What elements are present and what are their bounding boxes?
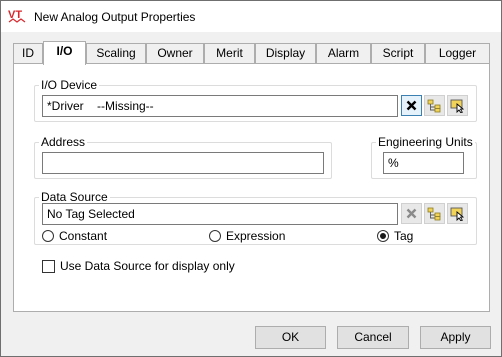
radio-tag-indicator <box>377 230 389 242</box>
io-device-group: I/O Device *Driver --Missing-- <box>34 78 477 122</box>
ok-button[interactable]: OK <box>255 326 326 349</box>
tab-logger[interactable]: Logger <box>425 43 490 64</box>
data-source-field[interactable]: No Tag Selected <box>42 203 398 225</box>
tab-strip: ID I/O Scaling Owner Merit Display Alarm… <box>1 41 501 65</box>
display-only-label: Use Data Source for display only <box>60 259 235 273</box>
tab-display[interactable]: Display <box>255 43 316 64</box>
radio-constant-indicator <box>42 230 54 242</box>
radio-expression[interactable]: Expression <box>209 229 285 243</box>
tree-browse-icon <box>427 99 441 112</box>
io-device-browse-button[interactable] <box>424 95 445 116</box>
title-bar[interactable]: VT New Analog Output Properties <box>1 1 501 32</box>
radio-expression-label: Expression <box>226 229 286 243</box>
io-device-field[interactable]: *Driver --Missing-- <box>42 95 398 117</box>
data-source-browse-button[interactable] <box>424 203 445 224</box>
clear-icon <box>406 208 417 219</box>
clear-icon <box>406 100 417 111</box>
data-source-label: Data Source <box>39 190 110 204</box>
address-field[interactable] <box>42 152 324 174</box>
data-source-group: Data Source No Tag Selected Constant Exp… <box>34 190 477 245</box>
radio-constant[interactable]: Constant <box>42 229 107 243</box>
apply-button[interactable]: Apply <box>420 326 491 349</box>
select-icon <box>450 99 465 113</box>
radio-constant-label: Constant <box>59 229 108 243</box>
tab-io[interactable]: I/O <box>43 41 86 65</box>
tab-script[interactable]: Script <box>371 43 425 64</box>
engineering-units-label: Engineering Units <box>376 135 475 149</box>
display-only-checkbox-row[interactable]: Use Data Source for display only <box>42 259 235 273</box>
tab-merit[interactable]: Merit <box>204 43 255 64</box>
tree-browse-icon <box>427 207 441 220</box>
radio-expression-indicator <box>209 230 221 242</box>
io-tab-panel: I/O Device *Driver --Missing-- Address E… <box>13 63 490 312</box>
io-device-label: I/O Device <box>39 78 100 92</box>
io-device-clear-button[interactable] <box>401 95 422 116</box>
radio-tag[interactable]: Tag <box>377 229 413 243</box>
tab-alarm[interactable]: Alarm <box>316 43 371 64</box>
select-icon <box>450 207 465 221</box>
dialog-window: VT New Analog Output Properties ID I/O S… <box>0 0 502 357</box>
engineering-units-field[interactable]: % <box>383 152 464 174</box>
tab-scaling[interactable]: Scaling <box>86 43 146 64</box>
tab-owner[interactable]: Owner <box>146 43 204 64</box>
io-device-select-button[interactable] <box>447 95 468 116</box>
data-source-select-button[interactable] <box>447 203 468 224</box>
vt-logo-icon: VT <box>8 9 26 23</box>
address-group: Address <box>34 135 332 179</box>
display-only-checkbox[interactable] <box>42 259 55 273</box>
radio-tag-label: Tag <box>394 229 414 243</box>
tab-id[interactable]: ID <box>13 43 43 64</box>
cancel-button[interactable]: Cancel <box>337 326 409 349</box>
address-label: Address <box>39 135 88 149</box>
engineering-units-group: Engineering Units % <box>371 135 477 179</box>
data-source-clear-button[interactable] <box>401 203 422 224</box>
window-title: New Analog Output Properties <box>34 10 196 24</box>
